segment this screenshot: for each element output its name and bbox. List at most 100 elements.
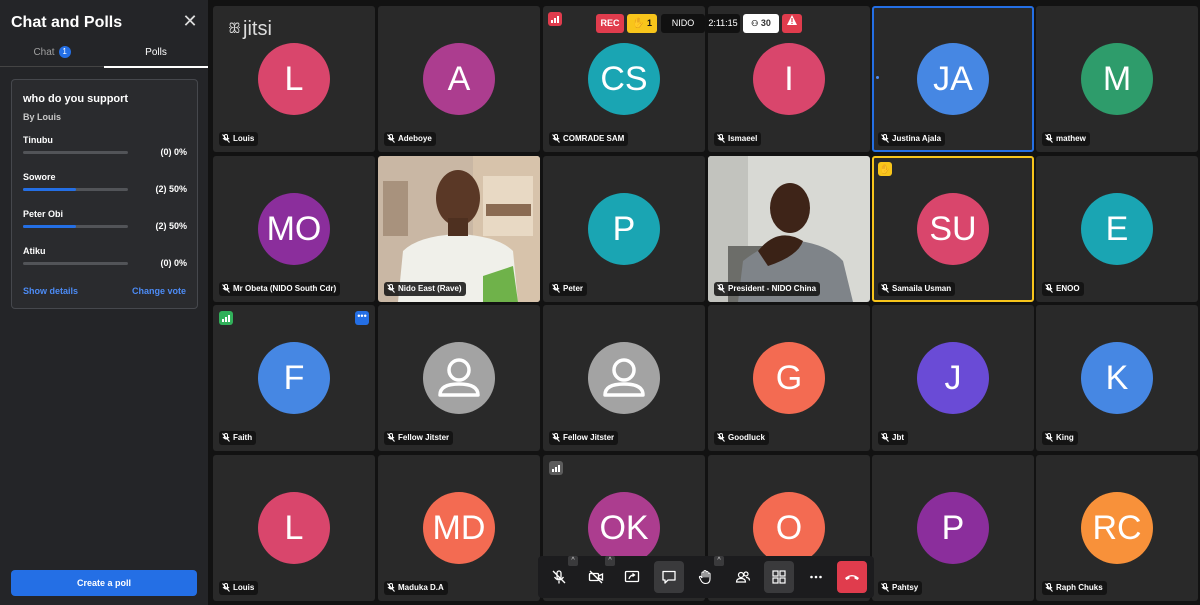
participant-name: Pahtsy — [892, 583, 919, 592]
mic-muted-icon — [222, 134, 230, 148]
poll-option-bar — [23, 262, 128, 265]
name-tag: Goodluck — [714, 431, 769, 445]
chat-icon — [661, 569, 677, 585]
raised-hands-indicator[interactable]: ✋ 1 — [627, 14, 657, 33]
participant-count: 30 — [760, 18, 771, 28]
name-tag: Mr Obeta (NIDO South Cdr) — [219, 282, 341, 298]
camera-off-icon — [588, 569, 604, 585]
mic-muted-icon — [552, 433, 560, 447]
chevron-up-icon[interactable]: ^ — [568, 556, 578, 566]
poll-question: who do you support — [23, 93, 129, 105]
connection-quality-icon[interactable] — [549, 461, 563, 475]
participant-tile[interactable]: E ENOO — [1036, 156, 1198, 302]
tile-view-button[interactable] — [764, 561, 794, 593]
mic-muted-icon — [1045, 284, 1053, 298]
participant-tile[interactable]: MO Mr Obeta (NIDO South Cdr) — [213, 156, 375, 302]
participant-name: Raph Chuks — [1056, 583, 1103, 592]
sidebar-tabs: Chat 1 Polls — [0, 44, 208, 68]
mic-muted-icon — [1045, 583, 1053, 597]
participant-tile[interactable]: J Jbt — [872, 305, 1034, 451]
tab-polls[interactable]: Polls — [104, 44, 208, 68]
poll-option-bar — [23, 151, 128, 154]
mic-muted-icon — [222, 583, 230, 597]
participant-tile[interactable]: Fellow Jitster — [378, 305, 540, 451]
poll-option-bar — [23, 188, 128, 191]
unread-badge: 1 — [58, 46, 71, 58]
participant-name: Louis — [233, 134, 255, 143]
participant-tile[interactable]: A Adeboye — [378, 6, 540, 152]
avatar: MO — [258, 193, 330, 265]
mic-muted-icon — [717, 433, 725, 447]
name-tag: Ismaeel — [714, 132, 762, 146]
poll-option: Peter Obi (2) 50% — [23, 209, 187, 239]
avatar: JA — [917, 43, 989, 115]
participant-name: mathew — [1056, 134, 1086, 143]
participant-name: President - NIDO China — [728, 284, 817, 293]
change-vote-link[interactable]: Change vote — [132, 286, 186, 296]
poll-option: Tinubu (0) 0% — [23, 135, 187, 165]
participant-tile[interactable]: P Peter — [543, 156, 705, 302]
create-poll-button[interactable]: Create a poll — [11, 570, 197, 596]
participant-video — [708, 156, 870, 302]
mic-muted-icon — [222, 284, 230, 298]
chevron-up-icon[interactable]: ^ — [605, 556, 615, 566]
participant-tile[interactable]: MD Maduka D.A — [378, 455, 540, 601]
show-details-link[interactable]: Show details — [23, 286, 78, 296]
participant-tile[interactable]: SU Samaila Usman ✋ — [872, 156, 1034, 302]
warning-icon[interactable] — [782, 14, 802, 33]
participant-tile[interactable]: JA Justina Ajala — [872, 6, 1034, 152]
meeting-toolbar: ^ ^ ^ — [538, 556, 874, 598]
avatar: L — [258, 43, 330, 115]
name-tag: mathew — [1042, 132, 1090, 146]
connection-quality-icon[interactable] — [219, 311, 233, 325]
avatar: K — [1081, 342, 1153, 414]
chat-button[interactable] — [654, 561, 684, 593]
avatar: MD — [423, 492, 495, 564]
participant-tile[interactable]: RC Raph Chuks — [1036, 455, 1198, 601]
participant-tile[interactable]: L Louis — [213, 455, 375, 601]
avatar: L — [258, 492, 330, 564]
participant-name: Peter — [563, 284, 584, 293]
avatar: P — [917, 492, 989, 564]
participant-tile[interactable]: P Pahtsy — [872, 455, 1034, 601]
participant-tile[interactable]: F Faith ••• — [213, 305, 375, 451]
avatar: RC — [1081, 492, 1153, 564]
participant-tile[interactable]: G Goodluck — [708, 305, 870, 451]
participant-tile[interactable]: Mmathew — [1036, 6, 1198, 152]
chevron-up-icon[interactable]: ^ — [714, 556, 724, 566]
name-tag: Peter — [549, 282, 588, 296]
participant-name: Adeboye — [398, 134, 432, 143]
more-options-icon[interactable]: ••• — [355, 311, 369, 325]
name-tag: Fellow Jitster — [384, 431, 454, 445]
poll-option: Sowore (2) 50% — [23, 172, 187, 202]
connection-quality-icon[interactable] — [548, 12, 562, 26]
participant-name: COMRADE SAM — [563, 134, 625, 143]
participant-tile[interactable]: President - NIDO China — [708, 156, 870, 302]
mic-muted-icon — [387, 583, 395, 597]
avatar: F — [258, 342, 330, 414]
participant-tile[interactable]: K King — [1036, 305, 1198, 451]
poll-option-count: (2) 50% — [155, 184, 187, 194]
close-icon[interactable]: ✕ — [182, 12, 198, 30]
poll-option-name: Atiku — [23, 246, 46, 256]
tile-view-icon — [771, 569, 787, 585]
avatar: J — [917, 342, 989, 414]
more-button[interactable] — [801, 561, 831, 593]
raised-hands-count: 1 — [646, 18, 652, 28]
participant-tile[interactable]: Nido East (Rave) — [378, 156, 540, 302]
participant-name: Nido East (Rave) — [398, 284, 462, 293]
jitsi-logo: ꕥ jitsi — [228, 18, 272, 40]
tab-chat-label: Chat — [33, 47, 55, 58]
tab-chat[interactable]: Chat 1 — [0, 44, 104, 67]
poll-card: who do you support By Louis Tinubu (0) 0… — [11, 79, 198, 309]
screen-share-button[interactable] — [617, 561, 647, 593]
name-tag: ENOO — [1042, 282, 1084, 296]
hangup-button[interactable] — [837, 561, 867, 593]
mic-muted-icon — [1045, 134, 1053, 148]
mic-muted-icon — [552, 134, 560, 148]
name-tag: Nido East (Rave) — [384, 282, 466, 296]
participant-count-badge[interactable]: ⚇ 30 — [743, 14, 779, 33]
participant-tile[interactable]: Fellow Jitster — [543, 305, 705, 451]
chat-polls-sidebar: Chat and Polls ✕ Chat 1 Polls who do you … — [0, 0, 208, 605]
participants-button[interactable] — [728, 561, 758, 593]
